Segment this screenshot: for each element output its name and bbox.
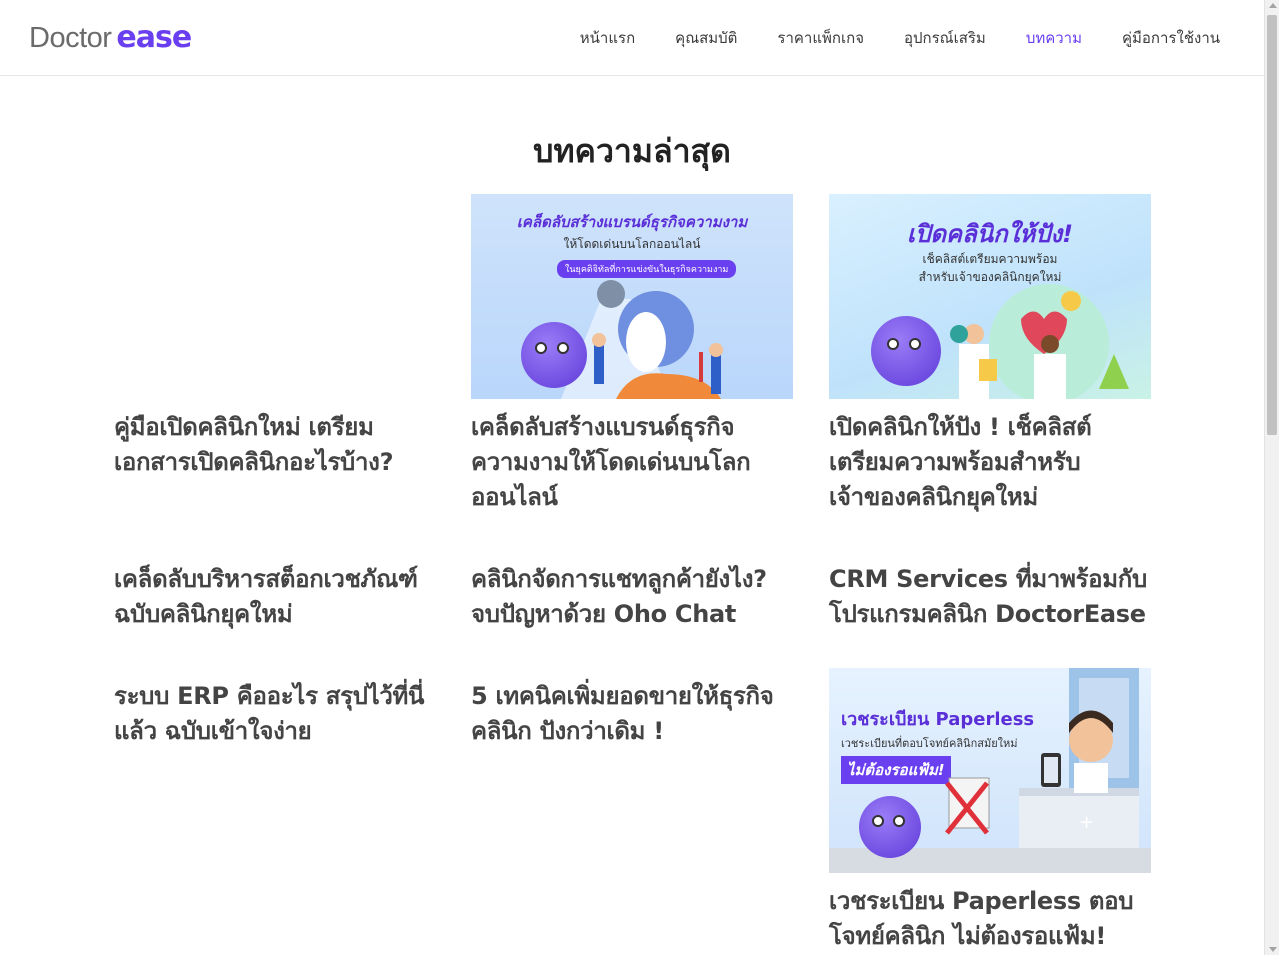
article-thumbnail[interactable]: เคล็ดลับสร้างแบรนด์ธุรกิจความงาม ให้โดดเ… bbox=[471, 194, 793, 399]
article-title[interactable]: 5 เทคนิคเพิ่มยอดขายให้ธุรกิจ คลินิก ปังกว… bbox=[471, 679, 793, 749]
article-card[interactable]: 5 เทคนิคเพิ่มยอดขายให้ธุรกิจ คลินิก ปังกว… bbox=[471, 679, 793, 749]
article-card[interactable]: CRM Services ที่มาพร้อมกับ โปรแกรมคลินิก … bbox=[829, 562, 1151, 632]
mascot-character bbox=[859, 796, 921, 858]
article-title[interactable]: ระบบ ERP คืออะไร สรุปไว้ที่นี่ แล้ว ฉบับเ… bbox=[114, 679, 436, 749]
article-thumbnail[interactable]: เวชระเบียน Paperless เวชระเบียนที่ตอบโจท… bbox=[829, 668, 1151, 873]
logo-ease-text: ease bbox=[116, 20, 192, 55]
article-card[interactable]: เคล็ดลับบริหารสต็อกเวชภัณฑ์ ฉบับคลินิกยุค… bbox=[114, 562, 436, 632]
logo-doctor-text: Doctor bbox=[29, 22, 112, 54]
article-title[interactable]: เคล็ดลับบริหารสต็อกเวชภัณฑ์ ฉบับคลินิกยุค… bbox=[114, 562, 436, 632]
article-card[interactable]: เปิดคลินิกให้ปัง! เช็คลิสต์เตรียมความพร้… bbox=[829, 194, 1151, 515]
article-card[interactable]: คู่มือเปิดคลินิกใหม่ เตรียม เอกสารเปิดคลิ… bbox=[114, 410, 436, 480]
article-title[interactable]: CRM Services ที่มาพร้อมกับ โปรแกรมคลินิก … bbox=[829, 562, 1151, 632]
article-title[interactable]: คู่มือเปิดคลินิกใหม่ เตรียม เอกสารเปิดคลิ… bbox=[114, 410, 436, 480]
section-title: บทความล่าสุด bbox=[533, 132, 731, 170]
nav-home[interactable]: หน้าแรก bbox=[580, 26, 635, 50]
main-nav: หน้าแรก คุณสมบัติ ราคาแพ็กเกจ อุปกรณ์เสร… bbox=[580, 26, 1220, 50]
site-header: Doctor ease หน้าแรก คุณสมบัติ ราคาแพ็กเก… bbox=[0, 0, 1264, 76]
article-title[interactable]: คลินิกจัดการแชทลูกค้ายังไง? จบปัญหาด้วย O… bbox=[471, 562, 793, 632]
scrollbar-thumb[interactable] bbox=[1267, 15, 1277, 435]
article-card[interactable]: เวชระเบียน Paperless เวชระเบียนที่ตอบโจท… bbox=[829, 668, 1151, 954]
article-thumbnail[interactable]: เปิดคลินิกให้ปัง! เช็คลิสต์เตรียมความพร้… bbox=[829, 194, 1151, 399]
nav-articles[interactable]: บทความ bbox=[1026, 26, 1082, 50]
doctorease-logo[interactable]: Doctor ease bbox=[29, 20, 192, 56]
article-card[interactable]: คลินิกจัดการแชทลูกค้ายังไง? จบปัญหาด้วย O… bbox=[471, 562, 793, 632]
article-title[interactable]: เวชระเบียน Paperless ตอบ โจทย์คลินิก ไม่ต… bbox=[829, 884, 1151, 954]
scroll-up-arrow-icon[interactable] bbox=[1269, 3, 1277, 8]
nav-features[interactable]: คุณสมบัติ bbox=[675, 26, 737, 50]
svg-text:+: + bbox=[1079, 812, 1094, 833]
article-card[interactable]: เคล็ดลับสร้างแบรนด์ธุรกิจความงาม ให้โดดเ… bbox=[471, 194, 793, 515]
mascot-character bbox=[871, 316, 941, 386]
article-title[interactable]: เปิดคลินิกให้ปัง ! เช็คลิสต์ เตรียมความพร… bbox=[829, 410, 1151, 515]
nav-manual[interactable]: คู่มือการใช้งาน bbox=[1122, 26, 1220, 50]
beauty-clinic-illustration bbox=[561, 280, 723, 399]
article-card[interactable]: ระบบ ERP คืออะไร สรุปไว้ที่นี่ แล้ว ฉบับเ… bbox=[114, 679, 436, 749]
nav-accessories[interactable]: อุปกรณ์เสริม bbox=[904, 26, 986, 50]
mascot-character bbox=[521, 322, 587, 388]
article-title[interactable]: เคล็ดลับสร้างแบรนด์ธุรกิจ ความงามให้โดดเด… bbox=[471, 410, 793, 515]
scroll-down-arrow-icon[interactable] bbox=[1269, 947, 1277, 952]
nav-pricing[interactable]: ราคาแพ็กเกจ bbox=[777, 26, 864, 50]
page-scrollbar[interactable] bbox=[1264, 0, 1279, 955]
